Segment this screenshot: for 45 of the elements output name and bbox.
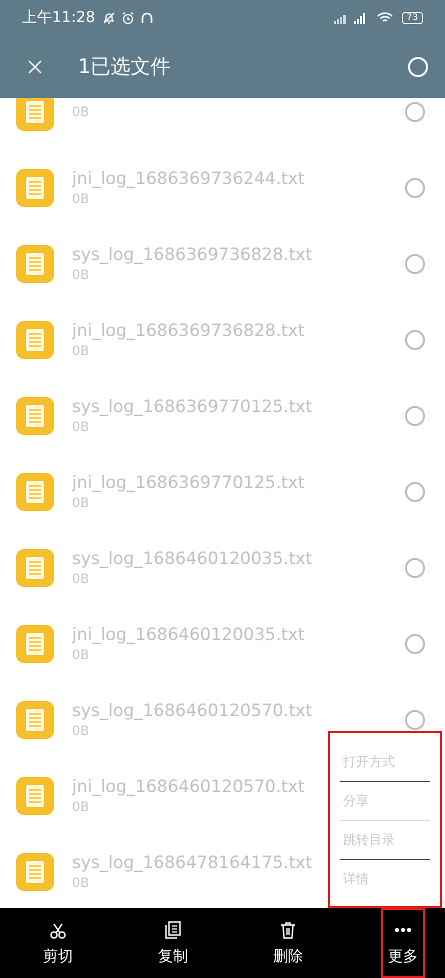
- more-icon: [394, 928, 412, 932]
- file-icon: [16, 625, 54, 663]
- file-name: sys_log_1686369736828.txt: [72, 245, 312, 265]
- select-checkbox[interactable]: [405, 482, 425, 502]
- bell-off-icon: [102, 10, 116, 24]
- status-time: 上午11:28: [22, 8, 96, 27]
- file-name: jni_log_1686369770125.txt: [72, 473, 305, 493]
- select-checkbox[interactable]: [405, 634, 425, 654]
- wifi-icon: [376, 12, 393, 24]
- file-name: sys_log_1686478164175.txt: [72, 853, 312, 873]
- select-all-checkbox[interactable]: [408, 56, 428, 76]
- select-checkbox[interactable]: [405, 102, 425, 122]
- file-icon: [16, 473, 54, 511]
- file-name: jni_log_1686369736244.txt: [72, 169, 305, 189]
- file-name: jni_log_1686460120570.txt: [72, 777, 305, 797]
- file-icon: [16, 777, 54, 815]
- header-title: 1已选文件: [78, 53, 171, 80]
- file-icon: [16, 169, 54, 207]
- select-checkbox[interactable]: [405, 254, 425, 274]
- battery-level: 73: [402, 12, 423, 24]
- file-name: jni_log_1686369736828.txt: [72, 321, 305, 341]
- select-checkbox[interactable]: [405, 330, 425, 350]
- action-button[interactable]: 删除: [266, 908, 310, 978]
- action-button[interactable]: 剪切: [36, 908, 80, 978]
- action-button[interactable]: 复制: [151, 908, 195, 978]
- file-icon: [16, 245, 54, 283]
- file-icon: [16, 397, 54, 435]
- file-icon: [16, 701, 54, 739]
- select-checkbox[interactable]: [405, 558, 425, 578]
- headphones-icon: [140, 10, 154, 24]
- file-icon: [16, 98, 54, 131]
- file-name: jni_log_1686460120035.txt: [72, 625, 305, 645]
- file-name: sys_log_1686369770125.txt: [72, 397, 312, 417]
- action-button[interactable]: 更多: [381, 908, 425, 978]
- close-icon[interactable]: [28, 60, 42, 74]
- file-name: sys_log_1686460120570.txt: [72, 701, 312, 721]
- file-icon: [16, 853, 54, 891]
- file-icon: [16, 321, 54, 359]
- copy-icon: [164, 920, 182, 938]
- select-checkbox[interactable]: [405, 406, 425, 426]
- alarm-icon: [121, 10, 136, 24]
- select-checkbox[interactable]: [405, 178, 425, 198]
- file-name: sys_log_1686460120035.txt: [72, 549, 312, 569]
- file-icon: [16, 549, 54, 587]
- trash-icon: [279, 920, 297, 938]
